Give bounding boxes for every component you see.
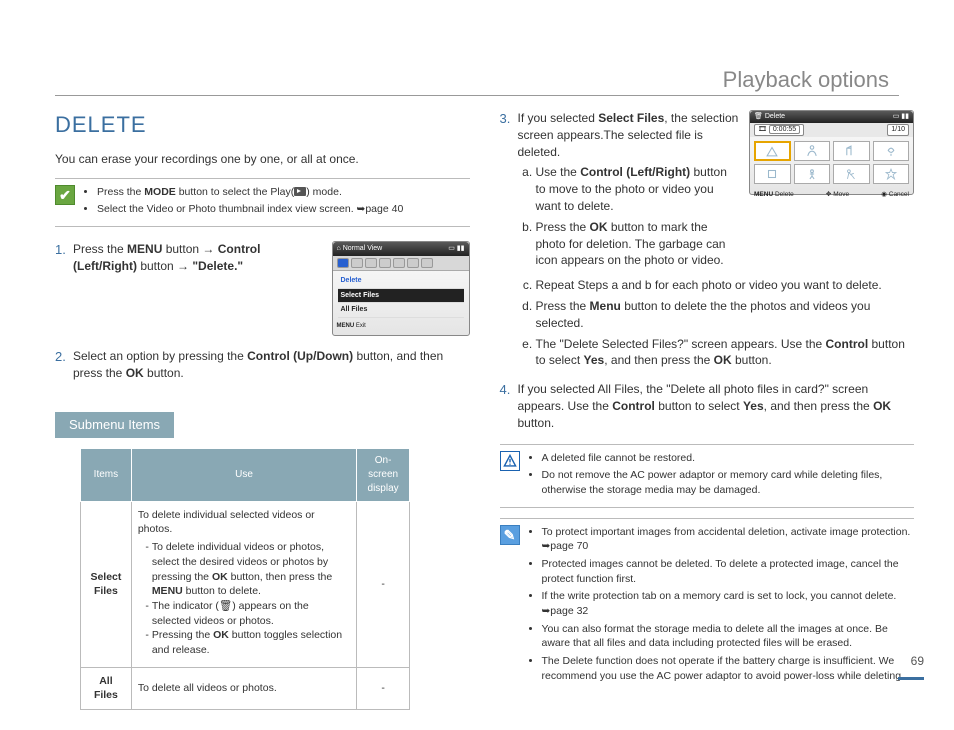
page-number: 69 [911, 653, 924, 670]
step-3e: The "Delete Selected Files?" screen appe… [536, 336, 915, 370]
play-icon [294, 187, 306, 196]
page-number-bar [898, 677, 924, 680]
info-bullet: To protect important images from acciden… [542, 525, 915, 554]
th-items: Items [81, 448, 132, 501]
info-bullet: Protected images cannot be deleted. To d… [542, 557, 915, 586]
step-2-text: Select an option by pressing the Control… [73, 348, 470, 382]
thumb-icon [754, 164, 791, 184]
note-line-1: Press the MODE button to select the Play… [97, 185, 403, 200]
th-display: On-screen display [357, 448, 410, 501]
thumb-icon [833, 141, 870, 161]
thumb-icon [794, 141, 831, 161]
submenu-table: Items Use On-screen display Select Files… [80, 448, 410, 710]
warning-box: A deleted file cannot be restored. Do no… [500, 444, 915, 508]
step-3d: Press the Menu button to delete the the … [536, 298, 915, 332]
info-box: ✎ To protect important images from accid… [500, 518, 915, 699]
step-4-text: If you selected All Files, the "Delete a… [518, 381, 915, 431]
mode-note-box: ✔ Press the MODE button to select the Pl… [55, 178, 470, 227]
step-3-text: If you selected Select Files, the select… [518, 110, 740, 273]
section-intro: You can erase your recordings one by one… [55, 151, 470, 168]
step-3a: Use the Control (Left/Right) button to m… [536, 164, 740, 214]
warning-icon [500, 451, 520, 471]
info-icon: ✎ [500, 525, 520, 545]
warn-bullet: Do not remove the AC power adaptor or me… [542, 468, 915, 497]
screenshot-select-files: 🗑 Delete▭ ▮▮ 🎞 0:00:551/10 [749, 110, 914, 195]
warn-bullet: A deleted file cannot be restored. [542, 451, 915, 466]
step-1-text: Press the MENU button → Control (Left/Ri… [73, 241, 322, 275]
check-icon: ✔ [55, 185, 75, 205]
step-3b: Press the OK button to mark the photo fo… [536, 219, 740, 269]
thumb-icon [873, 164, 910, 184]
info-bullet: You can also format the storage media to… [542, 622, 915, 651]
header-rule [55, 95, 899, 96]
table-row: Select Files To delete individual select… [81, 501, 410, 667]
screenshot-menu-delete: ⌂ Normal View▭ ▮▮ Delete Select Files Al… [332, 241, 470, 336]
thumb-icon [794, 164, 831, 184]
thumb-icon [754, 141, 791, 161]
section-title: DELETE [55, 110, 470, 141]
page-header-title: Playback options [723, 65, 889, 96]
th-use: Use [131, 448, 356, 501]
submenu-heading: Submenu Items [55, 412, 174, 438]
info-bullet: If the write protection tab on a memory … [542, 589, 915, 618]
thumb-icon [833, 164, 870, 184]
info-bullet: The Delete function does not operate if … [542, 654, 915, 683]
thumb-icon [873, 141, 910, 161]
table-row: All Files To delete all videos or photos… [81, 667, 410, 709]
step-3c: Repeat Steps a and b for each photo or v… [536, 277, 915, 294]
note-line-2: Select the Video or Photo thumbnail inde… [97, 202, 403, 217]
